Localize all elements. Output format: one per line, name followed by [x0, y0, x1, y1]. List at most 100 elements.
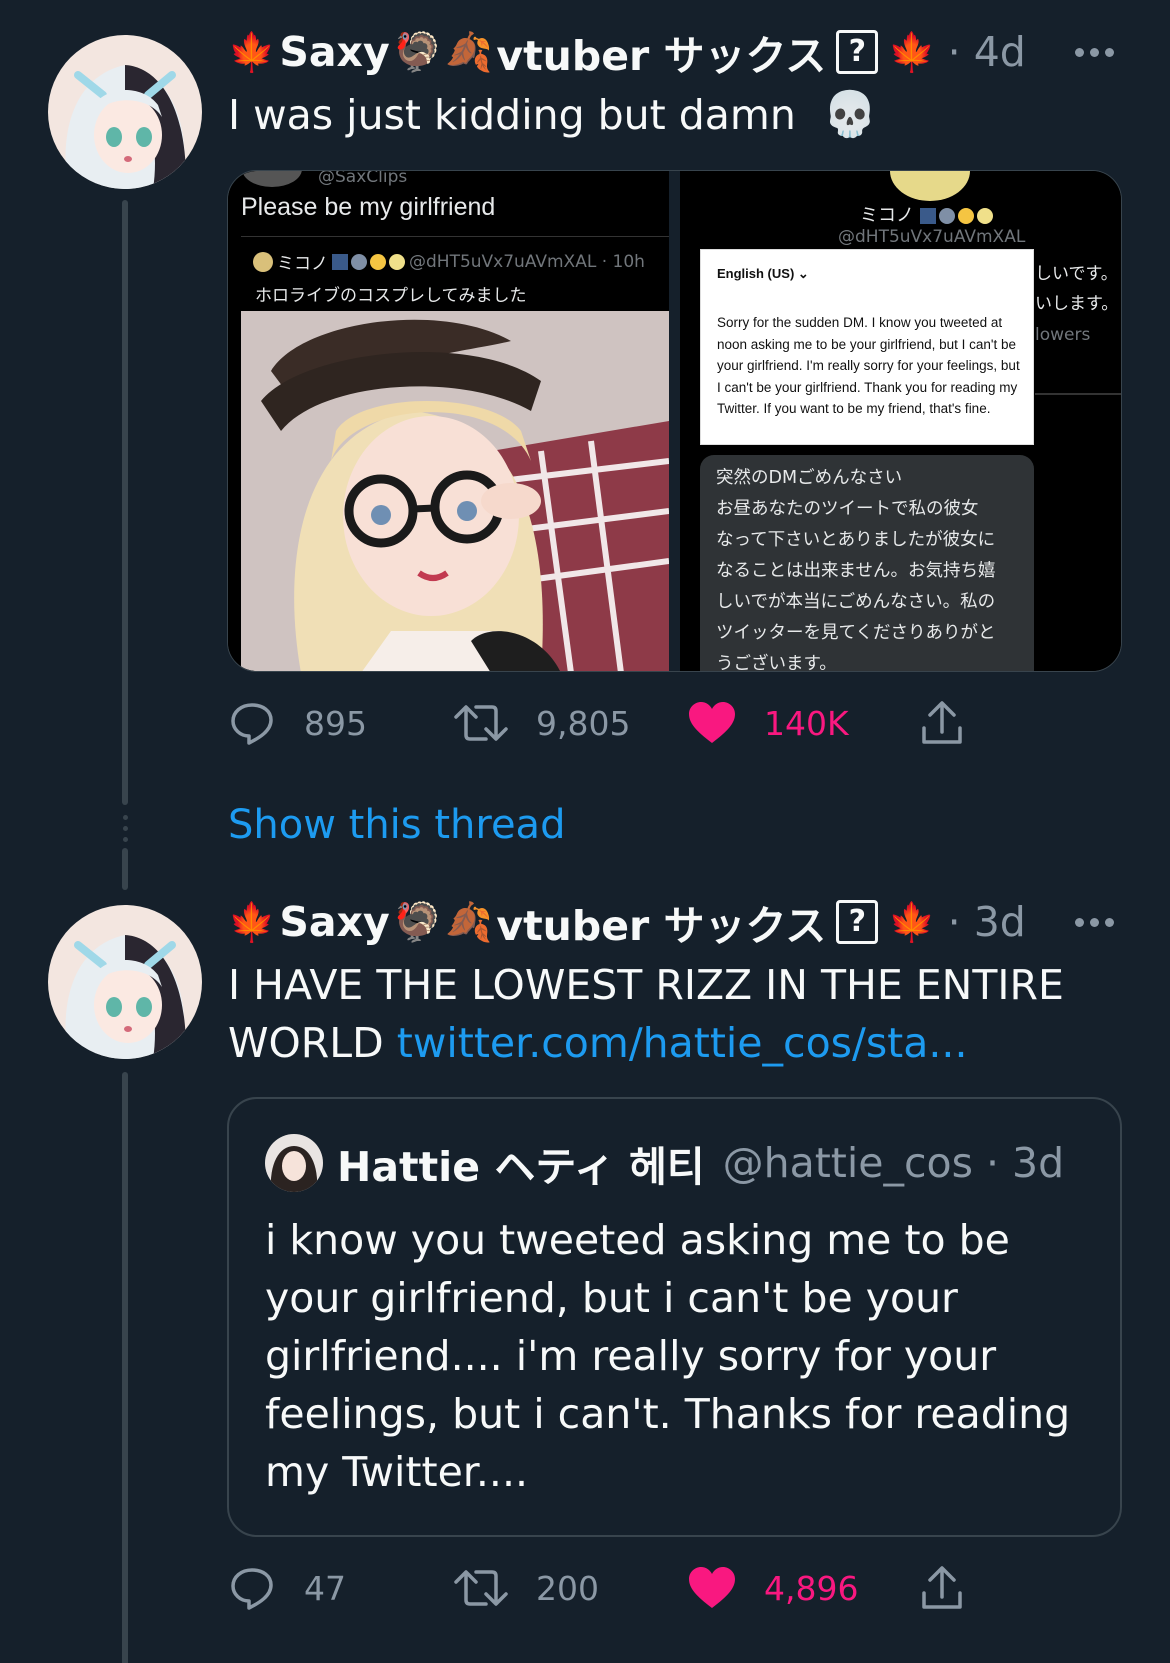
reply-count: 47: [304, 1568, 346, 1608]
screenshot-tweet-text: Please be my girlfriend: [241, 193, 496, 221]
translation-card: English (US) ⌄ Sorry for the sudden DM. …: [700, 249, 1034, 445]
dm-line: しいでが本当にごめんなさい。私の: [716, 592, 996, 612]
media-image-right[interactable]: ミコノ @dHT5uVx7uAVmXAL しいです。 いします。 旨 lower…: [680, 171, 1121, 672]
show-thread-link[interactable]: Show this thread: [228, 802, 565, 848]
dm-line: 突然のDMごめんなさい: [716, 468, 903, 488]
cosplay-photo: [241, 311, 669, 671]
screenshot-profile-avatar: [890, 171, 970, 201]
tweet-link[interactable]: twitter.com/hattie_cos/sta...: [397, 1019, 968, 1067]
heart-icon: [689, 702, 735, 743]
more-options-icon[interactable]: [1075, 22, 1114, 82]
screenshot-side-divider: [1035, 393, 1121, 395]
media-divider: [669, 171, 680, 671]
maple-leaf-icon: 🍁: [888, 29, 936, 74]
tweet-text-body: I was just kidding but damn: [228, 91, 796, 139]
screenshot-profile-name: ミコノ: [860, 201, 993, 227]
quoted-author-avatar: [265, 1134, 323, 1192]
reply-icon: [231, 703, 273, 745]
unknown-glyph-icon: ?: [836, 900, 879, 944]
screenshot-quote-name: ミコノ: [277, 254, 328, 274]
dm-line: ツイッターを見てくださりありがと: [716, 623, 996, 643]
tweet-header: 🍁 Saxy 🦃 🍂 vtuber サックス ? 🍁 · 4d: [228, 22, 1026, 82]
translation-language: English (US) ⌄: [717, 266, 809, 281]
fallen-leaf-icon: 🍂: [445, 899, 493, 944]
quoted-tweet-header: Hattie ヘティ 헤티 @hattie_cos · 3d: [265, 1133, 1064, 1193]
dm-line: お昼あなたのツイートで私の彼女: [716, 499, 979, 519]
author-name[interactable]: 🍁 Saxy 🦃 🍂 vtuber サックス ? 🍁: [228, 892, 936, 952]
screenshot-side-text-3: lowers: [1035, 325, 1091, 345]
media-image-left[interactable]: @SaxClips Please be my girlfriend ミコノ @d…: [228, 171, 669, 671]
thread-line-mid: [122, 848, 128, 890]
screenshot-profile-name-text: ミコノ: [860, 205, 914, 226]
more-options-icon[interactable]: [1075, 892, 1114, 952]
maple-leaf-icon: 🍁: [228, 29, 276, 74]
like-button[interactable]: 4,896: [688, 1563, 858, 1613]
tweet-text: I HAVE THE LOWEST RIZZ IN THE ENTIRE WOR…: [228, 956, 1128, 1072]
like-count: 140K: [764, 703, 849, 743]
share-button[interactable]: [920, 698, 964, 748]
screenshot-profile-handle: @dHT5uVx7uAVmXAL: [838, 227, 1026, 247]
screenshot-side-text-2: いします。 旨: [1035, 294, 1121, 314]
screenshot-quote: ミコノ @dHT5uVx7uAVmXAL · 10h ホロライブのコスプレしてみ…: [241, 236, 669, 316]
reply-button[interactable]: 47: [228, 1563, 346, 1613]
quoted-author-name: Hattie ヘティ 헤티: [337, 1143, 705, 1191]
author-avatar[interactable]: [48, 35, 202, 189]
turkey-icon: 🦃: [393, 899, 442, 944]
retweet-icon: [454, 705, 508, 741]
tweet-age[interactable]: · 4d: [948, 28, 1026, 76]
turkey-icon: 🦃: [393, 29, 442, 74]
thread-gap-dots: [121, 815, 129, 842]
screenshot-quote-badges: [332, 253, 405, 270]
reply-icon: [231, 1568, 273, 1610]
dm-message-bubble: 突然のDMごめんなさい お昼あなたのツイートで私の彼女 なって下さいとありました…: [700, 455, 1034, 672]
screenshot-quote-handle: @dHT5uVx7uAVmXAL · 10h: [409, 251, 645, 272]
like-button[interactable]: 140K: [688, 698, 849, 748]
share-icon: [922, 701, 962, 744]
unknown-glyph-icon: ?: [836, 30, 879, 74]
screenshot-quote-text: ホロライブのコスプレしてみました: [255, 286, 527, 306]
translation-body: Sorry for the sudden DM. I know you twee…: [717, 315, 1020, 416]
tweet-text: I was just kidding but damn 💀: [228, 86, 878, 144]
screenshot-avatar: [242, 171, 302, 187]
thread-line-top: [122, 200, 128, 805]
thread-line-bottom: [122, 1072, 128, 1663]
chevron-down-icon: ⌄: [797, 266, 809, 281]
author-name[interactable]: 🍁 Saxy 🦃 🍂 vtuber サックス ? 🍁: [228, 22, 936, 82]
skull-icon: 💀: [822, 89, 878, 140]
retweet-button[interactable]: 200: [454, 1563, 599, 1613]
share-button[interactable]: [920, 1563, 964, 1613]
retweet-count: 9,805: [536, 703, 631, 743]
author-name-prefix: Saxy: [279, 898, 390, 946]
dm-line: なって下さいとありましたが彼女に: [716, 530, 996, 550]
maple-leaf-icon: 🍁: [888, 899, 936, 944]
reply-button[interactable]: 895: [228, 698, 367, 748]
tweet-age[interactable]: · 3d: [948, 898, 1026, 946]
author-name-suffix: vtuber サックス: [496, 902, 827, 950]
maple-leaf-icon: 🍁: [228, 899, 276, 944]
dm-line: うございます。: [716, 654, 837, 672]
tweet-actions: 895 9,805 140K: [228, 698, 968, 748]
tweet-actions: 47 200 4,896: [228, 1563, 968, 1613]
tweet-text-line-1: I HAVE THE LOWEST RIZZ IN THE ENTIRE: [228, 961, 1064, 1009]
quoted-tweet[interactable]: Hattie ヘティ 헤티 @hattie_cos · 3d i know yo…: [227, 1097, 1122, 1537]
like-count: 4,896: [764, 1568, 859, 1608]
retweet-button[interactable]: 9,805: [454, 698, 630, 748]
screenshot-side-text-1: しいです。: [1035, 264, 1118, 284]
tweet-text-word: WORLD: [228, 1019, 384, 1067]
author-name-prefix: Saxy: [279, 28, 390, 76]
screenshot-quote-avatar: [253, 251, 273, 272]
dm-line: なることは出来ません。お気持ち嬉: [716, 561, 996, 581]
reply-count: 895: [304, 703, 367, 743]
screenshot-handle: @SaxClips: [318, 171, 408, 187]
tweet-media[interactable]: @SaxClips Please be my girlfriend ミコノ @d…: [227, 170, 1122, 672]
heart-icon: [689, 1567, 735, 1608]
author-avatar[interactable]: [48, 905, 202, 1059]
fallen-leaf-icon: 🍂: [445, 29, 493, 74]
author-name-suffix: vtuber サックス: [496, 32, 827, 80]
quoted-author-handle: @hattie_cos · 3d: [722, 1139, 1065, 1187]
retweet-count: 200: [536, 1568, 599, 1608]
retweet-icon: [454, 1570, 508, 1606]
share-icon: [922, 1566, 962, 1609]
tweet-text-line-2: WORLD twitter.com/hattie_cos/sta...: [228, 1014, 1128, 1072]
tweet-header: 🍁 Saxy 🦃 🍂 vtuber サックス ? 🍁 · 3d: [228, 892, 1026, 952]
